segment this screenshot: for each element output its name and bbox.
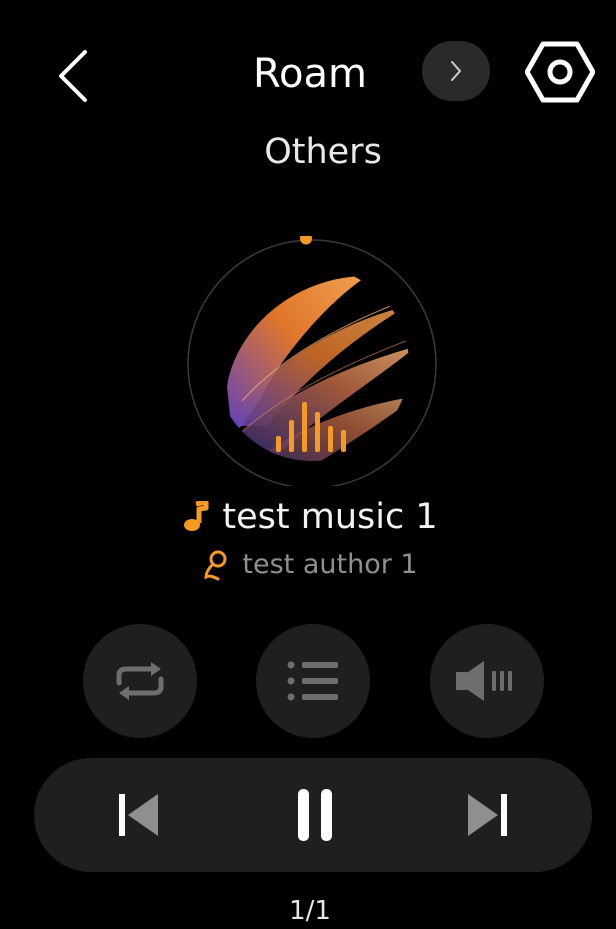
- skip-next-icon: [468, 794, 507, 836]
- next-button[interactable]: [452, 758, 522, 872]
- album-disc: [187, 232, 437, 489]
- volume-button[interactable]: [430, 624, 544, 738]
- next-source-button[interactable]: [422, 41, 490, 101]
- skip-previous-icon: [119, 794, 158, 836]
- playlist-button[interactable]: [256, 624, 370, 738]
- repeat-icon: [116, 662, 164, 700]
- singer-icon: [204, 550, 227, 581]
- track-title-row: test music 1: [120, 494, 500, 540]
- progress-indicator[interactable]: [300, 232, 312, 245]
- page-indicator: 1/1: [289, 896, 331, 926]
- playlist-icon: [287, 661, 338, 701]
- category-label: Others: [264, 132, 382, 172]
- music-note-icon: [184, 501, 209, 531]
- back-button[interactable]: [50, 46, 94, 106]
- transport-bar: [34, 758, 592, 872]
- album-art: [215, 267, 409, 461]
- track-author-row: test author 1: [120, 545, 500, 585]
- chevron-left-icon: [59, 50, 87, 102]
- settings-button[interactable]: [524, 36, 596, 108]
- page-title: Roam: [253, 51, 367, 97]
- play-pause-button[interactable]: [280, 758, 350, 872]
- track-author: test author 1: [242, 549, 418, 580]
- chevron-right-icon: [451, 61, 461, 81]
- previous-button[interactable]: [104, 758, 174, 872]
- hex-settings-icon: [525, 41, 595, 103]
- volume-icon: [456, 661, 512, 701]
- track-title: test music 1: [222, 497, 438, 537]
- repeat-button[interactable]: [83, 624, 197, 738]
- pause-icon: [298, 789, 332, 841]
